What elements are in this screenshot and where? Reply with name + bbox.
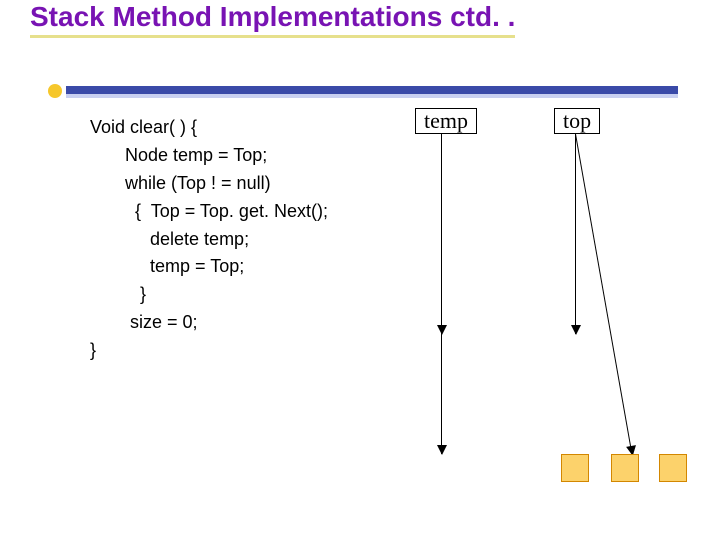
stack-node <box>659 454 687 482</box>
rule-dark <box>66 86 678 94</box>
top-label-box: top <box>554 108 600 134</box>
slide-title: Stack Method Implementations ctd. . <box>30 2 515 38</box>
temp-label-box: temp <box>415 108 477 134</box>
top-arrow-short <box>575 134 576 334</box>
bullet-icon <box>48 84 62 98</box>
title-rule <box>48 82 678 98</box>
top-arrow-diagonal <box>575 134 632 455</box>
rule-light <box>66 94 678 98</box>
temp-arrow-long <box>441 134 442 454</box>
stack-node <box>561 454 589 482</box>
pseudocode-block: Void clear( ) { Node temp = Top; while (… <box>90 114 328 365</box>
stack-node <box>611 454 639 482</box>
